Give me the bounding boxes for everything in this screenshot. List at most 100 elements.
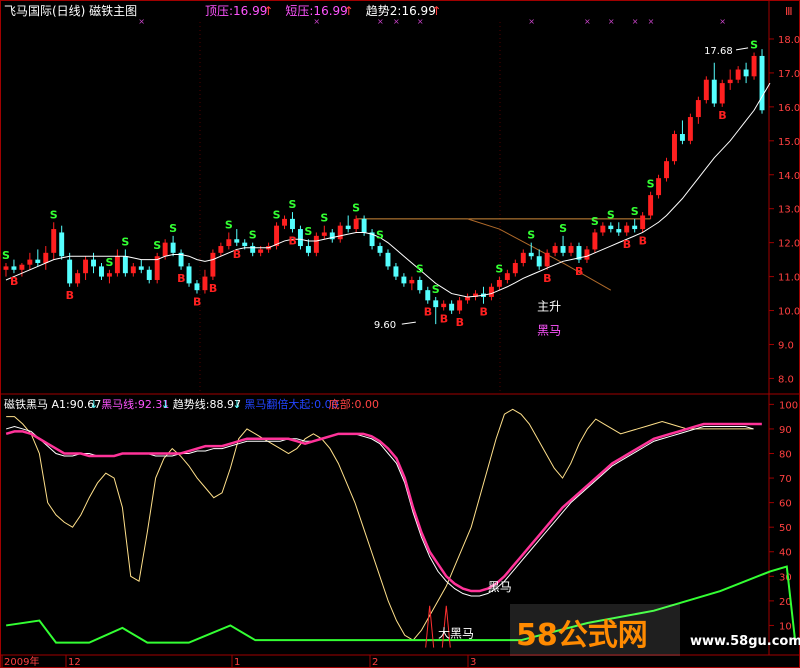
candle-body xyxy=(27,259,33,265)
top-y-tick-label: 16.0 xyxy=(778,103,800,114)
top-y-tick-label: 15.0 xyxy=(778,137,800,148)
s-signal: S xyxy=(631,205,639,218)
candle-body xyxy=(274,225,280,247)
candle-body xyxy=(656,178,662,196)
top-y-tick-label: 17.0 xyxy=(778,69,800,80)
candle-body xyxy=(226,239,232,247)
candle-body xyxy=(186,266,192,284)
top-indicator-arrow: ↑ xyxy=(344,4,354,18)
candle-body xyxy=(512,263,518,274)
x-axis-label: 2 xyxy=(372,657,378,668)
candle-body xyxy=(560,246,566,253)
candle-body xyxy=(91,259,96,267)
stock-chart-svg[interactable]: 8.09.010.011.012.013.014.015.016.017.018… xyxy=(0,0,800,668)
candle-body xyxy=(600,225,606,233)
candle-body xyxy=(687,117,693,141)
candle-body xyxy=(234,239,240,243)
low-price-label: 9.60 xyxy=(374,320,396,331)
candle-body xyxy=(441,303,447,308)
bottom-indicator-3: 黑马翻倍大起:0.00 xyxy=(244,397,338,411)
s-signal: S xyxy=(591,215,599,228)
b-signal: B xyxy=(639,234,647,247)
candle-body xyxy=(3,266,9,270)
s-signal: S xyxy=(527,229,535,242)
bottom-y-tick-label: 40 xyxy=(779,548,792,559)
s-signal: S xyxy=(225,218,233,231)
bottom-indicator-arrow: ↓ xyxy=(89,398,98,411)
candle-body xyxy=(672,134,677,162)
top-mark-x: × xyxy=(608,17,615,26)
big-dark-horse-label: 大黑马 xyxy=(438,627,474,641)
candle-body xyxy=(457,300,463,311)
top-mark-x: × xyxy=(528,17,535,26)
candle-body xyxy=(624,225,630,233)
top-y-tick-label: 11.0 xyxy=(778,273,800,284)
candle-body xyxy=(385,252,391,267)
top-mark-x: × xyxy=(313,17,320,26)
candle-body xyxy=(353,218,359,230)
top-y-tick-label: 9.0 xyxy=(778,340,794,351)
candle-body xyxy=(449,303,455,311)
s-signal: S xyxy=(121,235,129,248)
candle-body xyxy=(250,246,256,253)
bottom-y-tick-label: 100 xyxy=(779,400,798,411)
s-signal: S xyxy=(105,256,113,269)
candle-body xyxy=(170,242,176,253)
top-y-tick-label: 8.0 xyxy=(778,374,794,385)
b-signal: B xyxy=(575,265,583,278)
high-price-label: 17.68 xyxy=(704,46,733,57)
s-signal: S xyxy=(169,222,177,235)
candle-body xyxy=(321,232,327,236)
candle-body xyxy=(122,256,128,274)
candle-body xyxy=(11,266,17,270)
candle-body xyxy=(51,229,57,253)
top-mark-x: × xyxy=(417,17,424,26)
candle-body xyxy=(162,242,168,257)
candle-body xyxy=(138,266,144,270)
candle-body xyxy=(99,266,104,277)
candle-body xyxy=(194,283,200,291)
candle-body xyxy=(83,259,89,274)
s-signal: S xyxy=(50,208,58,221)
top-mark-x: × xyxy=(377,17,384,26)
top-indicator-1: 短压:16.99 xyxy=(285,4,347,18)
candle-body xyxy=(35,259,41,264)
b-signal: B xyxy=(424,306,432,319)
s-signal: S xyxy=(288,198,296,211)
bottom-indicator-arrow: ↓ xyxy=(161,398,170,411)
candle-body xyxy=(282,218,287,226)
bottom-indicator-2: 趋势线:88.97 xyxy=(173,397,241,411)
candle-body xyxy=(337,225,343,240)
b-signal: B xyxy=(209,282,217,295)
s-signal: S xyxy=(153,239,161,252)
candle-body xyxy=(202,276,208,291)
candle-body xyxy=(616,229,622,233)
s-signal: S xyxy=(607,208,615,221)
candle-body xyxy=(751,55,757,77)
candle-body xyxy=(67,259,73,284)
s-signal: S xyxy=(273,208,281,221)
candle-body xyxy=(258,249,264,253)
s-signal: S xyxy=(416,263,424,276)
bottom-y-tick-label: 80 xyxy=(779,449,792,460)
candle-body xyxy=(536,256,542,267)
candle-body xyxy=(504,273,510,280)
candle-body xyxy=(425,290,431,301)
candle-body xyxy=(608,225,614,230)
s-signal: S xyxy=(495,263,503,276)
b-signal: B xyxy=(66,289,74,302)
bottom-indicator-arrow: ↓ xyxy=(232,398,241,411)
candle-body xyxy=(59,232,65,257)
s-signal: S xyxy=(2,249,10,262)
candle-body xyxy=(361,218,367,233)
candle-body xyxy=(114,256,120,274)
top-mark-x: × xyxy=(584,17,591,26)
candle-body xyxy=(711,79,717,104)
candle-body xyxy=(393,266,399,277)
corner-label: Ⅲ xyxy=(785,5,793,18)
candle-body xyxy=(401,276,407,284)
candle-body xyxy=(584,249,590,260)
bottom-indicator-4: 底部:0.00 xyxy=(329,397,379,411)
candle-body xyxy=(297,229,303,247)
s-signal: S xyxy=(320,212,328,225)
